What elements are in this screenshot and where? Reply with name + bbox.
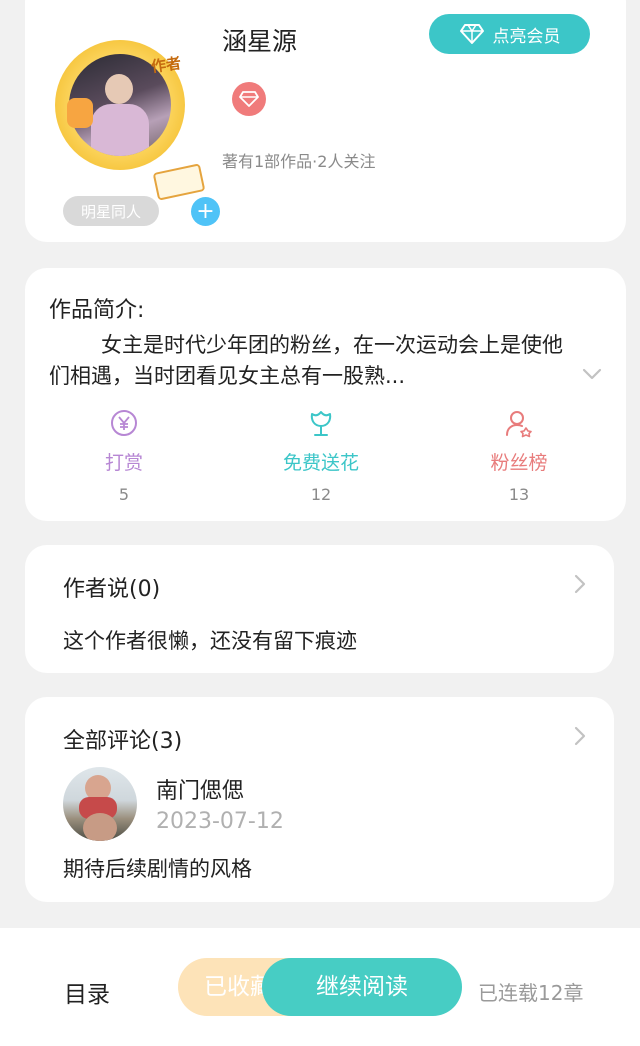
chevron-right-icon[interactable] [573,573,587,595]
flower-stat[interactable]: 免费送花 12 [251,408,391,504]
yuan-coin-icon [111,410,137,436]
comments-card[interactable]: 全部评论(3) 南门偲偲 2023-07-12 期待后续剧情的风格 [25,697,614,902]
comments-title: 全部评论(3) [63,729,183,754]
author-says-card[interactable]: 作者说(0) 这个作者很懒，还没有留下痕迹 [25,545,614,673]
comment-text: 期待后续剧情的风格 [63,857,252,881]
author-name: 涵星源 [222,27,298,56]
fan-rank-label: 粉丝榜 [490,452,548,474]
fan-rank-icon [506,411,532,438]
commenter-avatar[interactable] [63,767,137,841]
chapter-count: 已连载12章 [478,981,584,1005]
chevron-right-icon[interactable] [573,725,587,747]
bottom-action-bar: 目录 已收藏 继续阅读 已连载12章 [0,928,640,1046]
commenter-name[interactable]: 南门偲偲 [156,773,244,805]
works-follow-stat: 著有1部作品·2人关注 [222,152,376,171]
flower-icon [310,411,332,436]
genre-tag[interactable]: 明星同人 [63,196,159,226]
author-says-title: 作者说(0) [63,577,161,602]
chevron-down-icon[interactable] [581,366,603,382]
fan-rank-count: 13 [508,485,530,504]
reward-label: 打赏 [104,452,143,474]
author-badge: 作者 [149,53,183,76]
flower-count: 12 [310,485,332,504]
add-tag-button[interactable]: + [191,197,220,226]
reward-stat[interactable]: 打赏 5 [54,408,194,504]
intro-title: 作品简介: [49,298,145,323]
vip-button[interactable]: 点亮会员 [429,14,590,54]
toc-button[interactable]: 目录 [64,975,110,1009]
intro-text: 女主是时代少年团的粉丝，在一次运动会上是使他们相遇，当时团看见女主总有一股熟..… [49,333,563,388]
book-decoration-icon [152,163,206,201]
lantern-decoration-icon [67,98,93,128]
diamond-icon [459,24,484,44]
intro-card: 作品简介: 女主是时代少年团的粉丝，在一次运动会上是使他们相遇，当时团看见女主总… [25,268,626,521]
continue-reading-button[interactable]: 继续阅读 [262,958,462,1016]
vip-level-icon[interactable] [232,82,266,116]
author-card: 作者 涵星源 点亮会员 著有1部作品·2人关注 明星同人 + [25,0,626,242]
fan-rank-stat[interactable]: 粉丝榜 13 [449,408,589,504]
comment-date: 2023-07-12 [156,809,284,834]
diamond-icon [239,91,259,107]
reward-count: 5 [118,485,130,504]
author-says-text: 这个作者很懒，还没有留下痕迹 [63,629,357,653]
flower-label: 免费送花 [282,452,359,474]
vip-button-label: 点亮会员 [492,26,561,47]
